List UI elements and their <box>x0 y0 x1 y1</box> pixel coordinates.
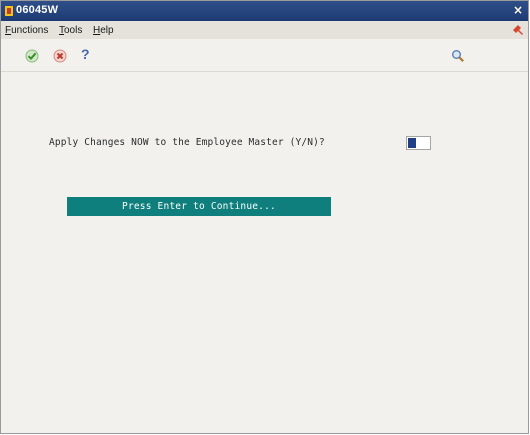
app-window: 06045W × Functions Tools Help ? Apply Ch… <box>0 0 529 434</box>
close-button[interactable]: × <box>511 3 525 17</box>
text-cursor <box>408 138 416 148</box>
cancel-icon[interactable] <box>53 49 67 63</box>
menu-bar: Functions Tools Help <box>1 21 528 40</box>
menu-functions[interactable]: Functions <box>5 25 48 36</box>
title-bar: 06045W × <box>1 1 528 21</box>
continue-button[interactable]: Press Enter to Continue... <box>67 197 331 216</box>
check-icon[interactable] <box>25 49 39 63</box>
form-area: Apply Changes NOW to the Employee Master… <box>1 71 528 433</box>
app-icon <box>5 6 13 16</box>
window-title: 06045W <box>16 4 59 16</box>
answer-field[interactable] <box>406 136 431 150</box>
toolbar: ? <box>1 39 528 71</box>
search-icon[interactable] <box>451 49 465 63</box>
menu-help[interactable]: Help <box>93 25 114 36</box>
answer-input[interactable] <box>417 137 429 149</box>
help-icon[interactable]: ? <box>81 47 95 61</box>
menu-tools[interactable]: Tools <box>59 25 82 36</box>
prompt-label: Apply Changes NOW to the Employee Master… <box>49 137 325 148</box>
pin-icon[interactable] <box>512 24 524 36</box>
